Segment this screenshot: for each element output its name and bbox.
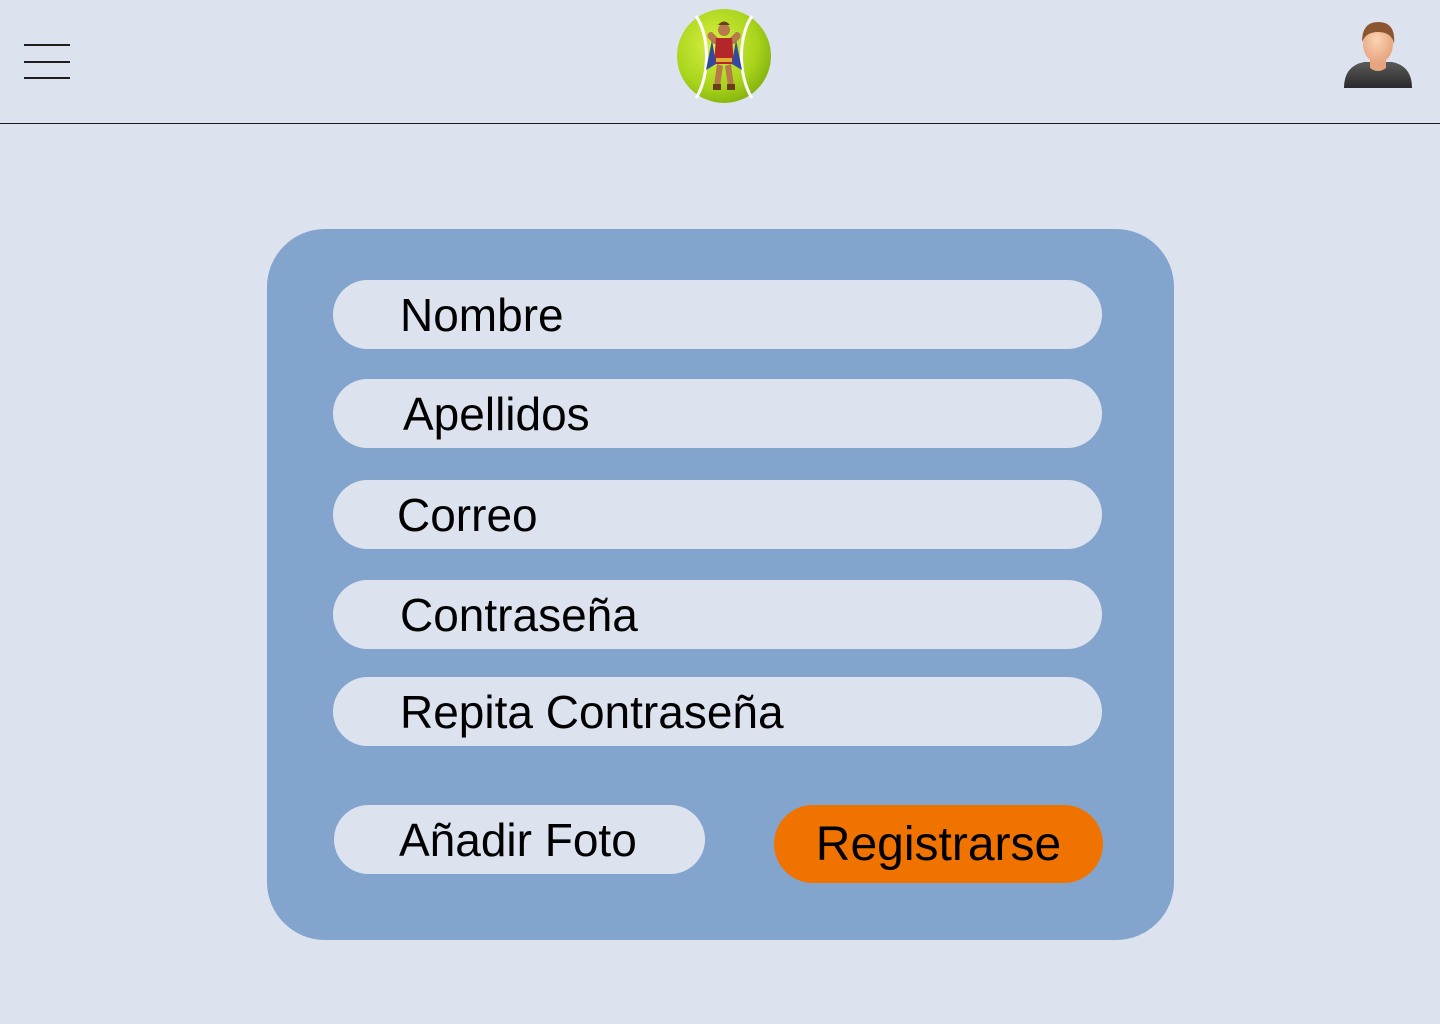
correo-field[interactable]	[333, 480, 1102, 549]
menu-line	[24, 61, 70, 63]
menu-line	[24, 77, 70, 79]
top-bar	[0, 0, 1440, 124]
nombre-field[interactable]	[333, 280, 1102, 349]
user-avatar-icon[interactable]	[1342, 18, 1414, 90]
repita-contrasena-field[interactable]	[333, 677, 1102, 746]
registration-form: Añadir Foto Registrarse	[267, 229, 1174, 940]
register-button[interactable]: Registrarse	[774, 805, 1103, 883]
hamburger-menu-icon[interactable]	[24, 44, 70, 82]
add-photo-button[interactable]: Añadir Foto	[334, 805, 705, 874]
menu-line	[24, 44, 70, 46]
apellidos-field[interactable]	[333, 379, 1102, 448]
contrasena-field[interactable]	[333, 580, 1102, 649]
tennis-ball-logo-icon[interactable]	[676, 8, 772, 104]
